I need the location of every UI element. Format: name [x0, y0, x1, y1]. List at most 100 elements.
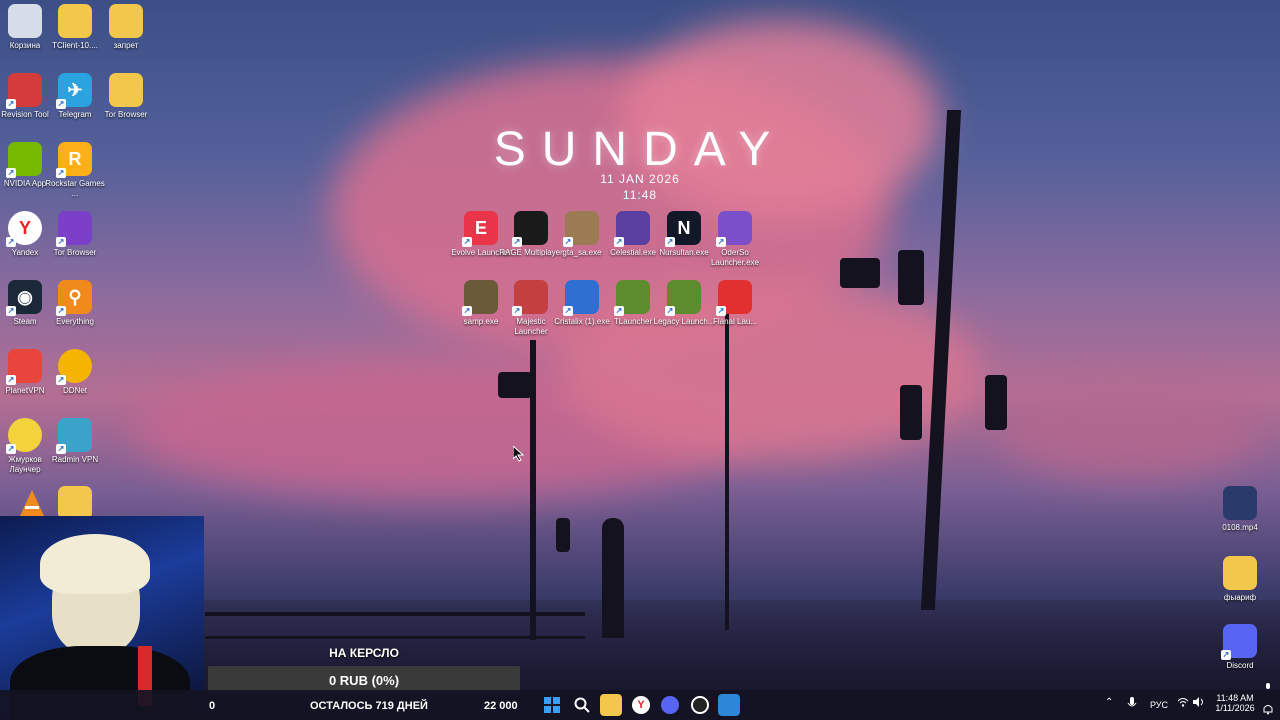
everything-icon: ⚲ ↗	[56, 280, 92, 316]
start-button[interactable]	[541, 694, 563, 716]
desktop_center-icon-label: Nursultan.exe	[659, 248, 709, 257]
shortcut-arrow-icon: ↗	[1221, 650, 1231, 660]
shortcut-arrow-icon: ↗	[512, 237, 522, 247]
desktop_left-icon-label: Tor Browser	[104, 110, 148, 119]
clock-widget-day: SUNDAY	[493, 123, 787, 176]
desktop-icon-folder[interactable]	[43, 486, 107, 520]
desktop_left-icon-item[interactable]: ↗ DDNet	[43, 349, 107, 396]
taskbar-file-explorer[interactable]	[600, 694, 622, 716]
shortcut-arrow-icon: ↗	[665, 306, 675, 316]
desktop_left-icon-item[interactable]: запрет	[94, 4, 158, 51]
shortcut-arrow-icon: ↗	[6, 237, 16, 247]
tray-date: 1/11/2026	[1215, 703, 1255, 713]
desktop_left-icon-label: Rockstar Games ...	[45, 179, 105, 198]
shortcut-arrow-icon: ↗	[614, 237, 624, 247]
tray-microphone-icon[interactable]	[1127, 697, 1137, 713]
desktop_left-icon-item[interactable]: ↗ Radmin VPN	[43, 418, 107, 465]
desktop_right-icon-label: Discord	[1226, 661, 1254, 670]
telegram-icon: ✈ ↗	[56, 73, 92, 109]
desktop_right-icon-item[interactable]: ↗ Discord	[1208, 624, 1272, 671]
desktop_center-icon-label: TLauncher	[613, 317, 653, 326]
shortcut-arrow-icon: ↗	[56, 444, 66, 454]
tray-mic-small-icon	[1264, 683, 1272, 695]
clock-widget-time: 11:48	[622, 188, 658, 202]
nvidia-icon: ↗	[6, 142, 42, 178]
nursultan-icon: N ↗	[665, 211, 701, 247]
shortcut-arrow-icon: ↗	[56, 168, 66, 178]
launcher-icon: ↗	[6, 418, 42, 454]
shortcut-arrow-icon: ↗	[6, 444, 16, 454]
shortcut-arrow-icon: ↗	[56, 237, 66, 247]
tray-volume-icon[interactable]	[1193, 697, 1205, 709]
folder-icon	[58, 4, 92, 38]
clock-widget-date: 11 JAN 2026	[600, 172, 680, 186]
tray-overflow-chevron-icon[interactable]: ⌃	[1105, 697, 1113, 708]
samp-icon: ↗	[462, 280, 498, 316]
desktop_left-icon-item[interactable]: ⚲ ↗ Everything	[43, 280, 107, 327]
desktop_left-icon-label: Everything	[56, 317, 94, 326]
taskbar-photos[interactable]	[718, 694, 740, 716]
shortcut-arrow-icon: ↗	[56, 99, 66, 109]
mouse-cursor-icon	[512, 444, 525, 467]
desktop_center-icon-label: Flanal Lau...	[712, 317, 758, 326]
recycle-bin-icon	[8, 4, 42, 38]
desktop_right-icon-label: фыариф	[1223, 593, 1257, 602]
gta-icon: ↗	[563, 211, 599, 247]
shortcut-arrow-icon: ↗	[56, 306, 66, 316]
desktop_left-icon-label: PlanetVPN	[5, 386, 45, 395]
desktop_center-icon-item[interactable]: ↗ OderSo Launcher.exe	[703, 211, 767, 268]
steam-icon: ◉ ↗	[6, 280, 42, 316]
desktop_center-icon-label: OderSo Launcher.exe	[710, 248, 760, 267]
desktop_left-icon-item[interactable]: Tor Browser	[94, 73, 158, 120]
desktop_left-icon-label: DDNet	[62, 386, 87, 395]
desktop_left-icon-label: Корзина	[9, 41, 41, 50]
discord-icon	[661, 696, 679, 714]
taskbar-discord[interactable]	[659, 694, 681, 716]
shortcut-arrow-icon: ↗	[462, 306, 472, 316]
taskbar-search-button[interactable]	[571, 694, 593, 716]
desktop_left-icon-label: NVIDIA App	[3, 179, 47, 188]
desktop_center-icon-label: Celestial.exe	[610, 248, 656, 257]
desktop_left-icon-label: Revision Tool	[1, 110, 49, 119]
shortcut-arrow-icon: ↗	[512, 306, 522, 316]
desktop_left-icon-item[interactable]: ↗ Tor Browser	[43, 211, 107, 258]
rockstar-icon: R ↗	[56, 142, 92, 178]
notifications-bell-icon[interactable]	[1262, 703, 1274, 717]
streamer-hair	[40, 534, 150, 594]
shortcut-arrow-icon: ↗	[6, 306, 16, 316]
desktop_left-icon-label: Telegram	[58, 110, 92, 119]
majestic-icon: ↗	[512, 280, 548, 316]
shortcut-arrow-icon: ↗	[716, 237, 726, 247]
rage-icon: ↗	[512, 211, 548, 247]
desktop_center-icon-label: samp.exe	[463, 317, 499, 326]
desktop_right-icon-label: 0108.mp4	[1222, 523, 1258, 532]
donation-title: НА КЕРСЛО	[329, 646, 399, 660]
oderso-icon: ↗	[716, 211, 752, 247]
desktop_right-icon-item[interactable]: фыариф	[1208, 556, 1272, 603]
taskbar-obs[interactable]	[689, 694, 711, 716]
shortcut-arrow-icon: ↗	[563, 306, 573, 316]
desktop_left-icon-item[interactable]: R ↗ Rockstar Games ...	[43, 142, 107, 199]
desktop_center-icon-label: gta_sa.exe	[562, 248, 602, 257]
shortcut-arrow-icon: ↗	[563, 237, 573, 247]
shortcut-arrow-icon: ↗	[665, 237, 675, 247]
desktop_left-icon-label: запрет	[113, 41, 139, 50]
radmin-icon: ↗	[56, 418, 92, 454]
tor-icon: ↗	[56, 211, 92, 247]
desktop_left-icon-label: Radmin VPN	[51, 455, 99, 464]
taskbar-yandex[interactable]: Y	[630, 694, 652, 716]
obs-icon	[691, 696, 709, 714]
ddnet-icon: ↗	[56, 349, 92, 385]
cristalix-icon: ↗	[563, 280, 599, 316]
video-file-icon	[1223, 486, 1257, 520]
tray-language[interactable]: РУС	[1150, 700, 1168, 710]
tray-clock[interactable]: 11:48 AM 1/11/2026	[1215, 693, 1255, 713]
shortcut-arrow-icon: ↗	[6, 375, 16, 385]
tray-wifi-icon[interactable]	[1177, 697, 1189, 709]
shortcut-arrow-icon: ↗	[6, 99, 16, 109]
desktop_center-icon-item[interactable]: ↗ Flanal Lau...	[703, 280, 767, 327]
shortcut-arrow-icon: ↗	[462, 237, 472, 247]
desktop_right-icon-item[interactable]: 0108.mp4	[1208, 486, 1272, 533]
shortcut-arrow-icon: ↗	[6, 168, 16, 178]
yandex-icon: Y ↗	[6, 211, 42, 247]
